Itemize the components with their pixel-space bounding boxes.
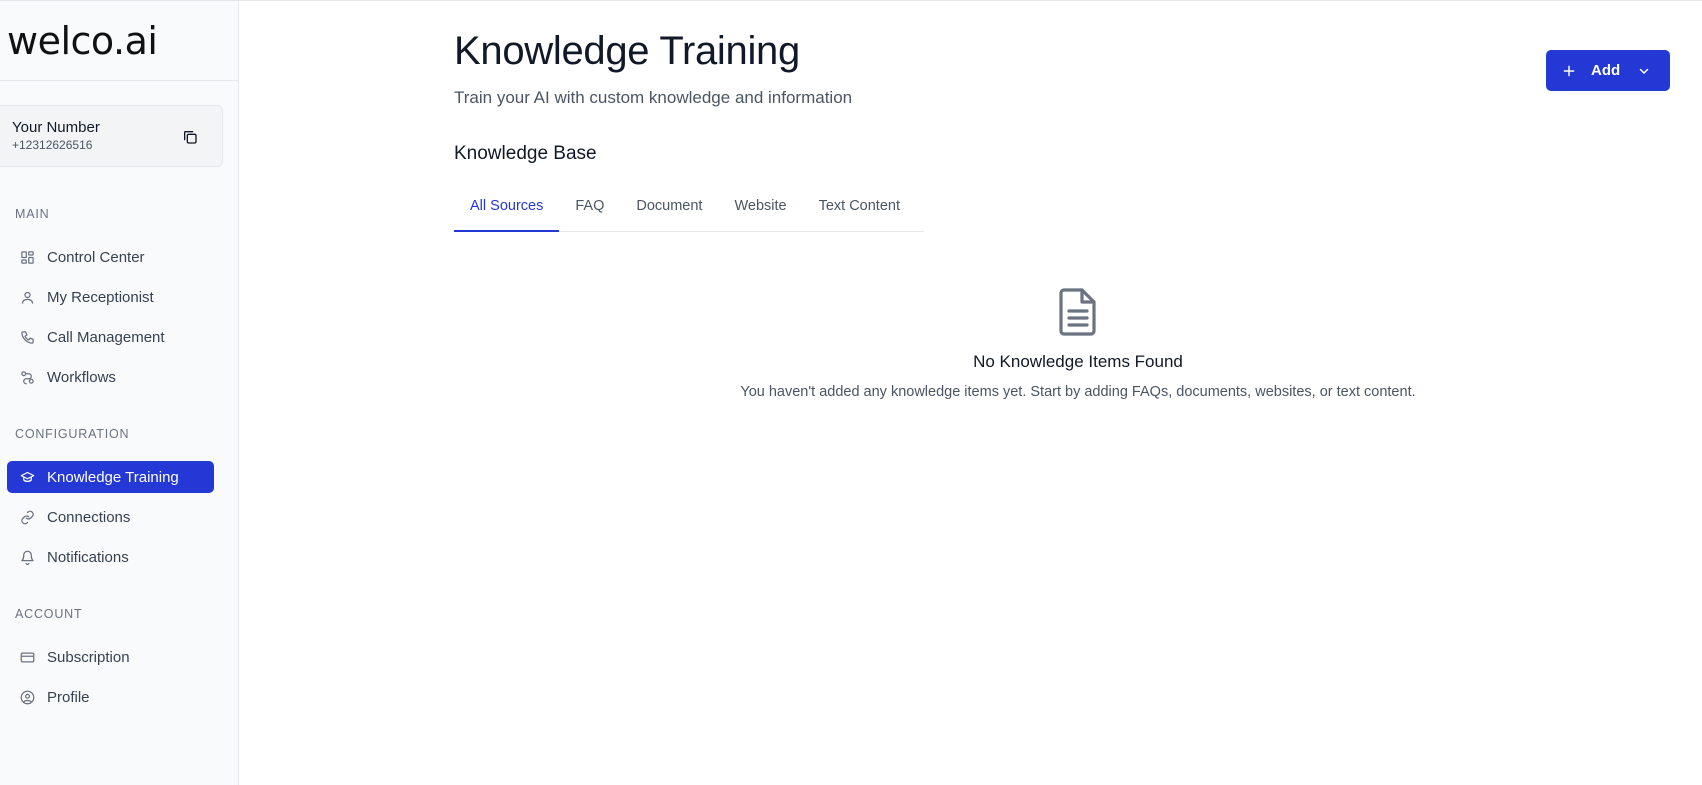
source-tabs: All Sources FAQ Document Website Text Co… [454, 195, 924, 232]
nav-account: Subscription Profile [0, 641, 238, 713]
plus-icon [1563, 65, 1575, 76]
sidebar-item-notifications[interactable]: Notifications [7, 541, 214, 573]
user-icon [19, 289, 35, 305]
sidebar-item-label: Knowledge Training [47, 468, 179, 486]
sidebar: welco.ai Your Number +12312626516 MAIN C… [0, 1, 239, 785]
tab-text-content[interactable]: Text Content [803, 195, 916, 232]
sidebar-item-label: Control Center [47, 248, 145, 266]
sidebar-item-label: Connections [47, 508, 131, 526]
app-root: welco.ai Your Number +12312626516 MAIN C… [0, 0, 1702, 785]
empty-state-description: You haven't added any knowledge items ye… [740, 384, 1416, 400]
sidebar-item-label: Subscription [47, 648, 130, 666]
sidebar-item-profile[interactable]: Profile [7, 681, 214, 713]
sidebar-item-control-center[interactable]: Control Center [7, 241, 214, 273]
knowledge-base-title: Knowledge Base [454, 143, 597, 164]
phone-icon [19, 329, 35, 345]
sidebar-item-label: Workflows [47, 368, 116, 386]
sidebar-item-subscription[interactable]: Subscription [7, 641, 214, 673]
workflow-icon [19, 369, 35, 385]
sidebar-item-knowledge-training[interactable]: Knowledge Training [7, 461, 214, 493]
tab-website[interactable]: Website [718, 195, 802, 232]
phone-number-card: Your Number +12312626516 [0, 105, 223, 167]
copy-icon [184, 131, 197, 144]
main-content: Knowledge Training Train your AI with cu… [239, 1, 1702, 785]
copy-number-button[interactable] [180, 127, 200, 147]
link-icon [19, 509, 35, 525]
chevron-down-icon [1639, 68, 1649, 74]
sidebar-item-my-receptionist[interactable]: My Receptionist [7, 281, 214, 313]
add-button[interactable]: Add [1546, 50, 1670, 91]
sidebar-item-label: My Receptionist [47, 288, 154, 306]
sidebar-item-label: Profile [47, 688, 90, 706]
section-label-main: MAIN [15, 207, 50, 221]
tab-document[interactable]: Document [620, 195, 718, 232]
sidebar-item-label: Notifications [47, 548, 129, 566]
nav-main: Control Center My Receptionist Call Mana… [0, 241, 238, 393]
credit-card-icon [19, 649, 35, 665]
user-circle-icon [19, 689, 35, 705]
tab-all-sources[interactable]: All Sources [454, 195, 560, 232]
logo-text: welco.ai [7, 18, 158, 63]
bell-icon [19, 549, 35, 565]
nav-configuration: Knowledge Training Connections Notificat… [0, 461, 238, 573]
document-icon [1056, 287, 1100, 337]
sidebar-item-connections[interactable]: Connections [7, 501, 214, 533]
sidebar-item-label: Call Management [47, 328, 165, 346]
page-title: Knowledge Training [454, 29, 800, 73]
empty-state-title: No Knowledge Items Found [973, 352, 1183, 371]
sidebar-item-workflows[interactable]: Workflows [7, 361, 214, 393]
tab-faq[interactable]: FAQ [559, 195, 620, 232]
sidebar-item-call-management[interactable]: Call Management [7, 321, 214, 353]
logo[interactable]: welco.ai [0, 1, 238, 81]
section-label-account: ACCOUNT [15, 607, 83, 621]
page-subtitle: Train your AI with custom knowledge and … [454, 88, 853, 107]
grid-icon [19, 249, 35, 265]
empty-state: No Knowledge Items Found You haven't add… [454, 287, 1702, 400]
section-label-configuration: CONFIGURATION [15, 427, 130, 441]
graduation-cap-icon [19, 469, 35, 485]
add-button-label: Add [1591, 62, 1621, 79]
